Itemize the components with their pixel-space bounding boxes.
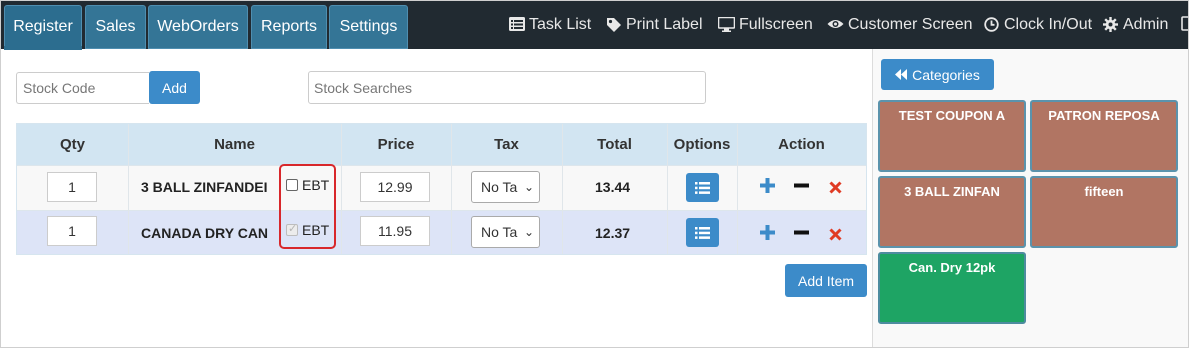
product-tile[interactable]: fifteen [1030,176,1178,248]
tax-select-value: No Ta [481,179,518,195]
clock-icon [983,17,1000,33]
product-tile[interactable]: PATRON REPOSA [1030,100,1178,172]
add-stock-button[interactable]: Add [149,71,200,104]
qty-input[interactable]: 1 [47,172,97,202]
top-nav-bar: Register Sales WebOrders Reports Setting… [1,1,1188,50]
plus-icon [760,225,775,240]
register-screen: Register Sales WebOrders Reports Setting… [0,0,1189,348]
item-name: 3 BALL ZINFANDEI [141,179,268,195]
ebt-highlight-box [279,164,336,249]
qty-input[interactable]: 1 [47,216,97,246]
item-name: CANADA DRY CAN [141,225,269,241]
minus-icon [794,230,809,235]
list-icon [695,181,710,194]
tax-select-value: No Ta [481,224,518,240]
header-price: Price [377,136,415,153]
header-name: Name [214,136,255,153]
admin-label: Admin [1123,16,1169,33]
admin-link[interactable]: Admin [1102,16,1168,34]
overflow-link[interactable] [1179,16,1188,32]
product-tile[interactable]: 3 BALL ZINFAN [878,176,1026,248]
monitor-icon [717,16,736,33]
minus-icon [794,183,809,188]
plus-icon [760,178,775,193]
increase-qty-button[interactable] [760,224,775,244]
close-icon [829,228,842,241]
print-label-link[interactable]: Print Label [605,16,703,34]
header-action: Action [778,136,825,153]
price-input[interactable]: 12.99 [360,172,430,202]
customer-screen-label: Customer Screen [848,16,973,33]
line-total: 13.44 [595,179,631,195]
header-total: Total [597,136,632,153]
window-icon [1179,16,1188,32]
add-item-button[interactable]: Add Item [785,264,867,297]
tag-icon [605,17,622,33]
print-label-label: Print Label [626,16,703,33]
options-button[interactable] [686,173,719,202]
tax-select[interactable]: No Ta ⌄ [471,171,540,203]
tab-sales[interactable]: Sales [85,5,146,49]
tab-reports[interactable]: Reports [251,5,327,49]
categories-label: Categories [912,66,980,83]
stock-search-input[interactable]: Stock Searches [308,71,706,104]
task-list-link[interactable]: Task List [508,16,591,34]
header-qty: Qty [59,136,85,153]
list-icon [508,17,525,33]
eye-icon [827,17,844,33]
chevron-down-icon: ⌄ [523,225,534,239]
fullscreen-label: Fullscreen [739,16,813,33]
price-input[interactable]: 11.95 [360,216,430,246]
remove-item-button[interactable] [829,178,842,198]
fullscreen-link[interactable]: Fullscreen [717,16,813,34]
stock-code-input[interactable]: Stock Code [16,72,149,104]
gear-icon [1102,17,1119,33]
clock-in-out-link[interactable]: Clock In/Out [983,16,1092,34]
customer-screen-link[interactable]: Customer Screen [827,16,973,34]
categories-button[interactable]: Categories [881,59,994,90]
product-tile[interactable]: Can. Dry 12pk [878,252,1026,324]
tax-select[interactable]: No Ta ⌄ [471,216,540,248]
task-list-label: Task List [529,16,592,33]
chevron-down-icon: ⌄ [523,180,534,194]
header-tax: Tax [494,136,519,153]
line-total: 12.37 [595,225,631,241]
increase-qty-button[interactable] [760,177,775,197]
remove-item-button[interactable] [829,225,842,245]
tab-register[interactable]: Register [4,5,82,50]
options-button[interactable] [686,218,719,247]
double-chevron-left-icon [895,69,908,80]
list-icon [695,226,710,239]
decrease-qty-button[interactable] [794,224,809,244]
product-tile[interactable]: TEST COUPON A [878,100,1026,172]
tab-settings[interactable]: Settings [329,5,408,49]
header-options: Options [673,136,731,153]
tab-weborders[interactable]: WebOrders [148,5,248,49]
decrease-qty-button[interactable] [794,177,809,197]
close-icon [829,181,842,194]
clock-in-out-label: Clock In/Out [1004,16,1093,33]
